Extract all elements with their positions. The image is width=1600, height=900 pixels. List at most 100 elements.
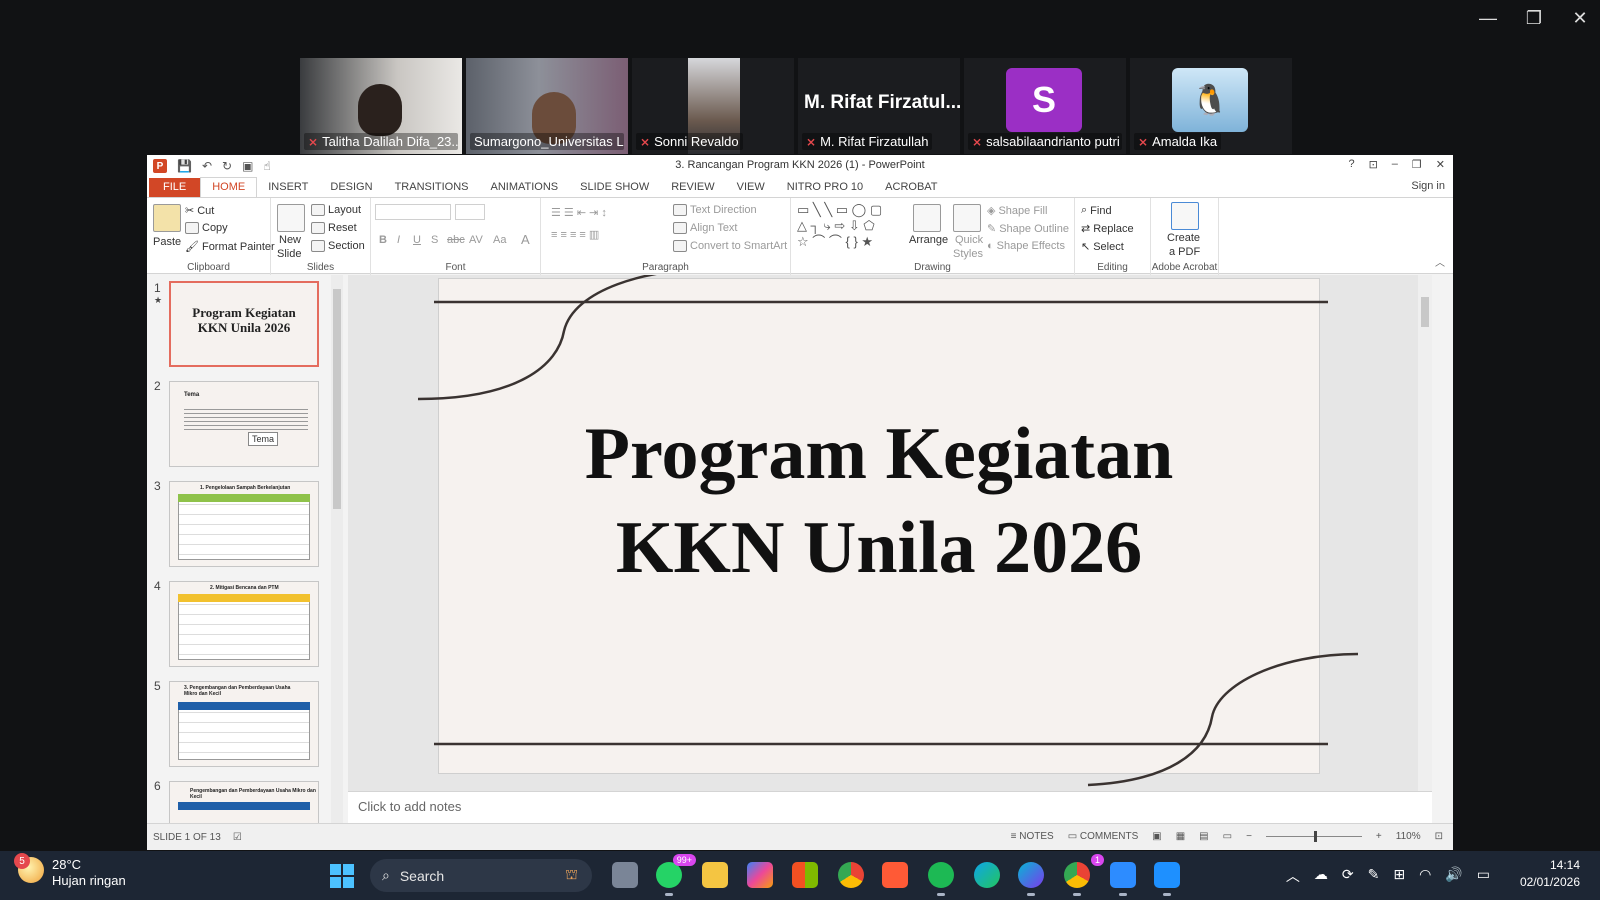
- slide-thumbnail-selected[interactable]: Program Kegiatan KKN Unila 2026: [169, 281, 319, 367]
- close-icon[interactable]: ✕: [1436, 158, 1445, 171]
- shadow-button[interactable]: S: [431, 234, 438, 246]
- tab-review[interactable]: REVIEW: [660, 181, 725, 197]
- fit-slide-icon[interactable]: ⊡: [1435, 831, 1443, 842]
- file-explorer-icon[interactable]: [702, 862, 728, 888]
- pen-tray-icon[interactable]: ✎: [1368, 866, 1380, 886]
- slide-sorter-icon[interactable]: ▦: [1176, 831, 1185, 842]
- task-view-icon[interactable]: [612, 862, 638, 888]
- tab-home[interactable]: HOME: [200, 177, 258, 197]
- participant-tile[interactable]: M. Rifat Firzatul... ⨯ M. Rifat Firzatull…: [798, 58, 960, 154]
- close-icon[interactable]: ✕: [1568, 8, 1592, 29]
- tab-view[interactable]: VIEW: [726, 181, 776, 197]
- paste-button[interactable]: Paste: [153, 236, 181, 248]
- chrome-profile-icon[interactable]: 1: [1064, 854, 1104, 896]
- microsoft-store-icon[interactable]: [792, 862, 818, 888]
- slide-scrollbar[interactable]: [1418, 275, 1432, 791]
- participant-tile[interactable]: S ⨯ salsabilaandrianto putri: [964, 58, 1126, 154]
- slide-show-icon[interactable]: ▭: [1223, 831, 1232, 842]
- onedrive-icon[interactable]: ☁: [1314, 866, 1328, 886]
- zoom-out-icon[interactable]: −: [1246, 831, 1252, 842]
- new-slide-icon[interactable]: [277, 204, 305, 232]
- tab-file[interactable]: FILE: [149, 178, 201, 197]
- format-painter-button[interactable]: 🖌 Format Painter: [185, 240, 275, 254]
- minimize-icon[interactable]: –: [1392, 158, 1398, 171]
- chrome-icon[interactable]: [838, 862, 864, 888]
- tab-transitions[interactable]: TRANSITIONS: [384, 181, 480, 197]
- notes-pane[interactable]: Click to add notes: [348, 791, 1432, 823]
- font-name-input[interactable]: [375, 204, 451, 220]
- shape-effects-button[interactable]: ◐ Shape Effects: [987, 240, 1065, 252]
- create-pdf-button[interactable]: Create: [1167, 232, 1200, 244]
- notes-button[interactable]: ≡ NOTES: [1011, 831, 1054, 842]
- battery-icon[interactable]: ▭: [1477, 866, 1490, 886]
- create-pdf-button-label[interactable]: a PDF: [1169, 246, 1200, 258]
- change-case-button[interactable]: Aa: [493, 234, 506, 246]
- participant-tile[interactable]: ⨯ Talitha Dalilah Difa_23...: [300, 58, 462, 154]
- show-hidden-icons-icon[interactable]: ︿: [1286, 866, 1300, 886]
- underline-button[interactable]: U: [413, 234, 421, 246]
- copilot-icon[interactable]: [747, 862, 773, 888]
- font-color-button[interactable]: A: [521, 232, 530, 247]
- comments-button[interactable]: ▭ COMMENTS: [1068, 831, 1139, 842]
- copy-button[interactable]: Copy: [185, 222, 228, 234]
- help-icon[interactable]: ?: [1348, 158, 1354, 171]
- windows-start-icon[interactable]: [330, 864, 354, 888]
- quick-styles-button[interactable]: Quick: [955, 234, 983, 246]
- slide-thumbnail[interactable]: 3. Pengembangan dan Pemberdayaan Usaha M…: [169, 681, 319, 767]
- spotify-icon[interactable]: [928, 862, 954, 896]
- participant-tile[interactable]: ⨯ Sonni Revaldo: [632, 58, 794, 154]
- slide-title[interactable]: Program Kegiatan KKN Unila 2026: [439, 407, 1319, 595]
- minimize-icon[interactable]: —: [1476, 8, 1500, 29]
- clock[interactable]: 14:14 02/01/2026: [1520, 857, 1580, 891]
- tab-insert[interactable]: INSERT: [257, 181, 319, 197]
- bold-button[interactable]: B: [379, 234, 387, 246]
- network-status-icon[interactable]: ⊞: [1393, 866, 1405, 886]
- thumbnail-scrollbar[interactable]: [331, 275, 343, 823]
- tab-design[interactable]: DESIGN: [319, 181, 383, 197]
- find-button[interactable]: ⌕ Find: [1081, 204, 1112, 217]
- align-text-button[interactable]: Align Text: [673, 222, 738, 234]
- slide-thumbnail[interactable]: Pengembangan dan Pemberdayaan Usaha Mikr…: [169, 781, 319, 823]
- shape-outline-button[interactable]: ✎ Shape Outline: [987, 222, 1069, 236]
- strikethrough-button[interactable]: abc: [447, 234, 465, 246]
- slide-thumbnail[interactable]: 2. Mitigasi Bencana dan PTM: [169, 581, 319, 667]
- sync-icon[interactable]: ⟳: [1342, 866, 1354, 886]
- arrange-button[interactable]: Arrange: [909, 234, 948, 246]
- new-slide-button[interactable]: New: [279, 234, 301, 246]
- quick-styles-icon[interactable]: [953, 204, 981, 232]
- reset-button[interactable]: Reset: [311, 222, 357, 234]
- convert-to-smartart-button[interactable]: Convert to SmartArt: [673, 240, 787, 252]
- canva-icon[interactable]: [1018, 862, 1044, 896]
- slide-thumbnail[interactable]: Tema Tema: [169, 381, 319, 467]
- zoom-level[interactable]: 110%: [1396, 831, 1421, 842]
- tab-nitro-pro[interactable]: NITRO PRO 10: [776, 181, 874, 197]
- new-slide-button-label[interactable]: Slide: [277, 248, 301, 260]
- font-size-input[interactable]: [455, 204, 485, 220]
- tab-acrobat[interactable]: ACROBAT: [874, 181, 948, 197]
- participant-tile[interactable]: 🐧 ⨯ Amalda Ika: [1130, 58, 1292, 154]
- align-icons[interactable]: ≡ ≡ ≡ ≡ ▥: [551, 228, 599, 241]
- arrange-icon[interactable]: [913, 204, 941, 232]
- text-direction-button[interactable]: Text Direction: [673, 204, 757, 216]
- edge-icon[interactable]: [974, 862, 1000, 888]
- whatsapp-icon[interactable]: 99+: [656, 854, 696, 896]
- search-box[interactable]: ⌕ Search ⛫: [370, 859, 592, 892]
- normal-view-icon[interactable]: ▣: [1152, 831, 1161, 842]
- restore-icon[interactable]: ❐: [1522, 8, 1546, 29]
- shape-fill-button[interactable]: ◈ Shape Fill: [987, 204, 1047, 218]
- zoom-app-icon[interactable]: [1110, 862, 1136, 896]
- select-button[interactable]: ↖ Select: [1081, 240, 1124, 254]
- reading-view-icon[interactable]: ▤: [1199, 831, 1208, 842]
- cut-button[interactable]: ✂ Cut: [185, 204, 214, 218]
- current-slide[interactable]: Program Kegiatan KKN Unila 2026: [438, 278, 1320, 774]
- slide-thumbnail[interactable]: 1. Pengelolaan Sampah Berkelanjutan: [169, 481, 319, 567]
- zoom-slider[interactable]: [1265, 831, 1362, 842]
- character-spacing-button[interactable]: AV: [469, 234, 483, 246]
- quick-styles-button-label[interactable]: Styles: [953, 248, 983, 260]
- create-pdf-icon[interactable]: [1171, 202, 1199, 230]
- volume-icon[interactable]: 🔊: [1445, 866, 1462, 886]
- bullets-icon[interactable]: ☰ ☰ ⇤ ⇥ ↕: [551, 206, 607, 219]
- tab-animations[interactable]: ANIMATIONS: [480, 181, 570, 197]
- collapse-ribbon-icon[interactable]: ︿: [1435, 254, 1445, 269]
- ribbon-display-icon[interactable]: ⊡: [1369, 158, 1378, 171]
